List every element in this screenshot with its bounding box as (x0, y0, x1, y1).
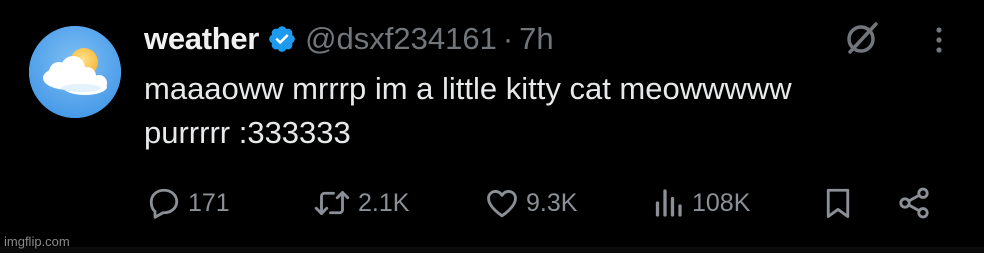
display-name[interactable]: weather (144, 21, 259, 57)
tweet-time[interactable]: 7h (519, 21, 553, 57)
like-count: 9.3K (526, 188, 578, 217)
retweet-icon (314, 191, 350, 215)
reply-count: 171 (188, 188, 230, 217)
views-icon (655, 189, 682, 217)
tweet-text: maaaoww mrrrp im a little kitty cat meow… (144, 67, 944, 155)
heart-icon (487, 190, 517, 218)
tweet-header: weather @dsxf234161 · 7h (144, 17, 554, 61)
divider (0, 247, 984, 253)
reply-icon (149, 188, 179, 219)
retweet-button[interactable]: 2.1K (312, 180, 409, 226)
more-options-icon[interactable] (924, 20, 954, 60)
separator-dot: · (502, 21, 514, 56)
action-bar: 171 2.1K 9.3K 108K (144, 180, 944, 226)
bookmark-icon (826, 188, 850, 218)
reply-button[interactable]: 171 (146, 180, 230, 226)
tweet[interactable]: weather @dsxf234161 · 7h maaaoww mrrrp i… (0, 0, 984, 253)
avatar[interactable] (29, 26, 121, 118)
like-button[interactable]: 9.3K (484, 180, 577, 226)
grok-icon[interactable] (842, 18, 882, 58)
sun-behind-cloud-avatar-icon (29, 26, 121, 118)
views-button[interactable]: 108K (650, 180, 750, 226)
watermark: imgflip.com (4, 234, 70, 249)
share-icon (899, 187, 929, 219)
verified-check-icon[interactable] (267, 24, 297, 54)
retweet-count: 2.1K (358, 188, 410, 217)
share-button[interactable] (896, 180, 932, 226)
bookmark-button[interactable] (820, 180, 856, 226)
tweet-text-line-1: maaaoww mrrrp im a little kitty cat meow… (144, 71, 792, 106)
user-handle[interactable]: @dsxf234161 (305, 21, 497, 57)
views-count: 108K (692, 188, 751, 217)
tweet-text-line-2: purrrrr :333333 (144, 115, 351, 150)
